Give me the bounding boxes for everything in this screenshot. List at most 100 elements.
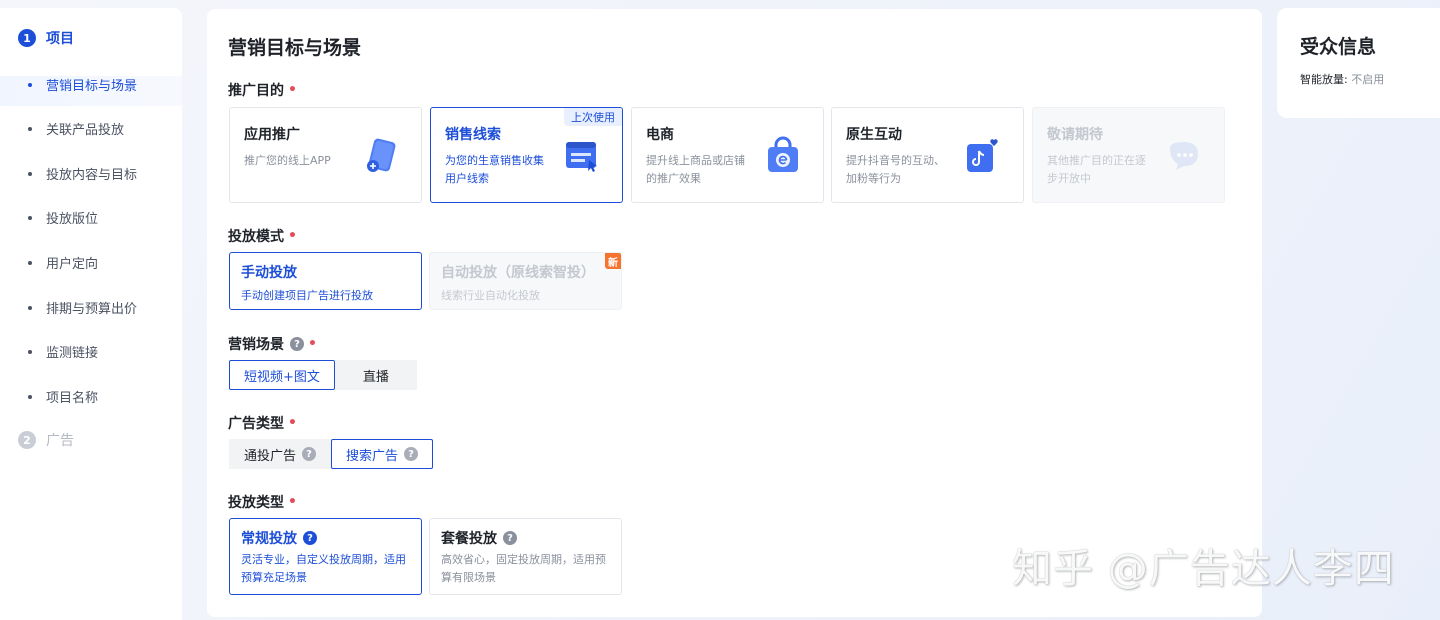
scene-segmented: 短视频+图文 直播 — [229, 360, 417, 390]
nav-item-marketing-goal[interactable]: 营销目标与场景 — [28, 75, 137, 94]
card-title: 电商 — [646, 127, 674, 143]
purpose-card-interaction[interactable]: 原生互动 提升抖音号的互动、加粉等行为 — [831, 107, 1024, 203]
section-label-text: 营销场景 — [228, 337, 284, 353]
purpose-card-coming-soon: 敬请期待 其他推广目的正在逐步开放中 — [1032, 107, 1225, 203]
required-mark: • — [308, 336, 317, 352]
section-label-text: 广告类型 — [228, 416, 284, 432]
mode-label: 投放模式 • — [228, 226, 297, 246]
step-label: 项目 — [46, 31, 74, 47]
option-desc: 高效省心，固定投放周期，适用预算有限场景 — [441, 553, 606, 584]
smart-expand-value: 不启用 — [1351, 73, 1385, 86]
adtype-segmented: 通投广告? 搜索广告? — [229, 439, 434, 469]
new-badge: 新 — [605, 253, 621, 269]
deliverytype-label: 投放类型 • — [228, 492, 297, 512]
section-label-text: 推广目的 — [228, 83, 284, 99]
adtype-label: 广告类型 • — [228, 413, 297, 433]
nav-item-label: 关联产品投放 — [46, 123, 125, 138]
option-desc: 线索行业自动化投放 — [441, 289, 540, 302]
audience-panel: 受众信息 智能放量: 不启用 — [1277, 8, 1440, 118]
scene-option-live[interactable]: 直播 — [334, 360, 417, 390]
purpose-card-app[interactable]: 应用推广 推广您的线上APP — [229, 107, 422, 203]
recent-used-tag: 上次使用 — [564, 108, 622, 126]
bullet-icon — [28, 305, 32, 310]
audience-title: 受众信息 — [1300, 36, 1377, 58]
bullet-icon — [28, 215, 32, 220]
adtype-option-search[interactable]: 搜索广告? — [331, 439, 434, 469]
option-title: 手动投放 — [241, 265, 297, 281]
nav-item-label: 用户定向 — [46, 257, 99, 272]
deliverytype-option-package[interactable]: 套餐投放? 高效省心，固定投放周期，适用预算有限场景 — [429, 518, 622, 595]
option-title: 套餐投放? — [441, 528, 517, 548]
scene-option-short-video[interactable]: 短视频+图文 — [229, 360, 335, 390]
nav-item-placement[interactable]: 投放版位 — [28, 208, 98, 227]
required-mark: • — [288, 415, 297, 431]
smart-expand-row: 智能放量: 不启用 — [1300, 71, 1384, 87]
purpose-card-leads[interactable]: 上次使用 销售线索 为您的生意销售收集用户线索 — [430, 107, 623, 203]
help-icon[interactable]: ? — [303, 531, 317, 545]
required-mark: • — [288, 228, 297, 244]
deliverytype-option-regular[interactable]: 常规投放? 灵活专业，自定义投放周期，适用预算充足场景 — [229, 518, 422, 595]
help-icon[interactable]: ? — [290, 337, 304, 351]
option-title: 自动投放（原线索智投） — [441, 265, 595, 281]
nav-item-schedule-budget[interactable]: 排期与预算出价 — [28, 298, 137, 317]
nav-item-project-name[interactable]: 项目名称 — [28, 387, 98, 406]
card-title: 应用推广 — [244, 127, 300, 143]
purpose-card-ecommerce[interactable]: 电商 提升线上商品或店铺的推广效果 — [631, 107, 824, 203]
main-panel: 营销目标与场景 推广目的 • 应用推广 推广您的线上APP 上次使用 销售线索 为… — [207, 9, 1262, 617]
card-desc: 其他推广目的正在逐步开放中 — [1047, 154, 1146, 185]
scene-label: 营销场景? • — [228, 334, 317, 354]
adtype-option-general[interactable]: 通投广告? — [229, 439, 332, 469]
app-phone-icon — [367, 138, 396, 172]
option-desc: 手动创建项目广告进行投放 — [241, 289, 373, 302]
nav-item-label: 项目名称 — [46, 391, 99, 406]
nav-step-project[interactable]: 1 项目 — [18, 28, 74, 48]
card-title: 销售线索 — [445, 127, 501, 143]
help-icon[interactable]: ? — [302, 447, 317, 461]
chat-bubble-icon — [1170, 142, 1198, 170]
card-desc: 提升线上商品或店铺的推广效果 — [646, 154, 745, 185]
shopping-bag-icon — [768, 136, 798, 172]
required-mark: • — [288, 494, 297, 510]
watermark: 知乎 @广告达人李四 — [1012, 546, 1395, 592]
nav-item-label: 投放版位 — [46, 212, 99, 227]
card-desc: 提升抖音号的互动、加粉等行为 — [846, 154, 945, 185]
step-label: 广告 — [46, 433, 74, 449]
nav-item-tracking-link[interactable]: 监测链接 — [28, 342, 98, 361]
nav-item-content-target[interactable]: 投放内容与目标 — [28, 164, 137, 183]
section-label-text: 投放模式 — [228, 229, 284, 245]
card-title: 敬请期待 — [1047, 127, 1103, 143]
help-icon[interactable]: ? — [503, 531, 517, 545]
section-label-text: 投放类型 — [228, 495, 284, 511]
card-desc: 推广您的线上APP — [244, 154, 331, 167]
smart-expand-label: 智能放量: — [1300, 73, 1348, 86]
bullet-icon — [28, 394, 32, 399]
step-number-badge: 2 — [18, 431, 36, 449]
douyin-interact-icon — [967, 139, 998, 172]
nav-item-targeting[interactable]: 用户定向 — [28, 253, 98, 272]
bullet-icon — [28, 82, 32, 87]
step-number-badge: 1 — [18, 29, 36, 47]
lead-form-icon — [566, 142, 597, 172]
option-desc: 灵活专业，自定义投放周期，适用预算充足场景 — [241, 553, 406, 584]
bullet-icon — [28, 171, 32, 176]
card-desc: 为您的生意销售收集用户线索 — [445, 154, 544, 185]
purpose-label: 推广目的 • — [228, 80, 297, 100]
nav-item-label: 监测链接 — [46, 346, 99, 361]
option-title-text: 套餐投放 — [441, 531, 497, 547]
help-icon[interactable]: ? — [404, 447, 419, 461]
page-title: 营销目标与场景 — [228, 37, 362, 59]
nav-step-ad[interactable]: 2 广告 — [18, 430, 74, 450]
bullet-icon — [28, 349, 32, 354]
nav-item-label: 营销目标与场景 — [46, 79, 138, 94]
bullet-icon — [28, 260, 32, 265]
nav-item-label: 投放内容与目标 — [46, 168, 138, 183]
nav-item-label: 排期与预算出价 — [46, 302, 138, 317]
bullet-icon — [28, 126, 32, 131]
option-title-text: 常规投放 — [241, 531, 297, 547]
required-mark: • — [288, 82, 297, 98]
option-label: 搜索广告 — [346, 448, 399, 464]
option-title: 常规投放? — [241, 528, 317, 548]
nav-item-product[interactable]: 关联产品投放 — [28, 119, 124, 138]
mode-option-manual[interactable]: 手动投放 手动创建项目广告进行投放 — [229, 252, 422, 310]
card-title: 原生互动 — [846, 127, 902, 143]
